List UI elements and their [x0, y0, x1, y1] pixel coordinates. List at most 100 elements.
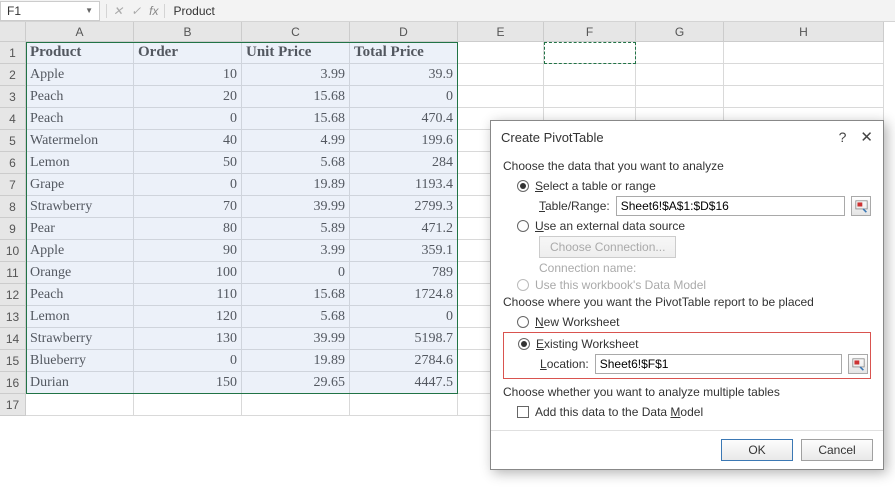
name-box-dropdown-icon[interactable]: ▼ [85, 6, 93, 15]
cell-B8[interactable]: 70 [134, 196, 242, 218]
row-header-4[interactable]: 4 [0, 108, 26, 130]
cell-C16[interactable]: 29.65 [242, 372, 350, 394]
cell-G3[interactable] [636, 86, 724, 108]
cell-C9[interactable]: 5.89 [242, 218, 350, 240]
ok-button[interactable]: OK [721, 439, 793, 461]
cell-C17[interactable] [242, 394, 350, 416]
cell-C6[interactable]: 5.68 [242, 152, 350, 174]
cell-A7[interactable]: Grape [26, 174, 134, 196]
cell-B12[interactable]: 110 [134, 284, 242, 306]
cancel-formula-icon[interactable]: ✕ [113, 4, 123, 18]
row-header-17[interactable]: 17 [0, 394, 26, 416]
cell-H2[interactable] [724, 64, 884, 86]
formula-bar-value[interactable]: Product [165, 4, 222, 18]
row-header-14[interactable]: 14 [0, 328, 26, 350]
cell-D6[interactable]: 284 [350, 152, 458, 174]
cell-D17[interactable] [350, 394, 458, 416]
cell-C4[interactable]: 15.68 [242, 108, 350, 130]
select-all-corner[interactable] [0, 22, 26, 42]
cell-D11[interactable]: 789 [350, 262, 458, 284]
row-header-7[interactable]: 7 [0, 174, 26, 196]
cell-B11[interactable]: 100 [134, 262, 242, 284]
cell-C13[interactable]: 5.68 [242, 306, 350, 328]
cell-B16[interactable]: 150 [134, 372, 242, 394]
row-header-10[interactable]: 10 [0, 240, 26, 262]
help-icon[interactable]: ? [839, 129, 847, 145]
cell-B7[interactable]: 0 [134, 174, 242, 196]
col-header-D[interactable]: D [350, 22, 458, 42]
cell-D16[interactable]: 4447.5 [350, 372, 458, 394]
col-header-G[interactable]: G [636, 22, 724, 42]
cell-C8[interactable]: 39.99 [242, 196, 350, 218]
col-header-C[interactable]: C [242, 22, 350, 42]
enter-formula-icon[interactable]: ✓ [131, 4, 141, 18]
cell-B9[interactable]: 80 [134, 218, 242, 240]
cell-C2[interactable]: 3.99 [242, 64, 350, 86]
cell-A16[interactable]: Durian [26, 372, 134, 394]
cell-A11[interactable]: Orange [26, 262, 134, 284]
cell-A1[interactable]: Product [26, 42, 134, 64]
cell-C7[interactable]: 19.89 [242, 174, 350, 196]
cell-B14[interactable]: 130 [134, 328, 242, 350]
chk-add-to-model[interactable]: Add this data to the Data Model [517, 405, 871, 419]
cell-A15[interactable]: Blueberry [26, 350, 134, 372]
cell-B13[interactable]: 120 [134, 306, 242, 328]
cell-A14[interactable]: Strawberry [26, 328, 134, 350]
cell-A5[interactable]: Watermelon [26, 130, 134, 152]
cell-C5[interactable]: 4.99 [242, 130, 350, 152]
cell-A17[interactable] [26, 394, 134, 416]
row-header-9[interactable]: 9 [0, 218, 26, 240]
cell-C3[interactable]: 15.68 [242, 86, 350, 108]
cell-A6[interactable]: Lemon [26, 152, 134, 174]
row-header-12[interactable]: 12 [0, 284, 26, 306]
cell-E1[interactable] [458, 42, 544, 64]
cell-B1[interactable]: Order [134, 42, 242, 64]
cell-B5[interactable]: 40 [134, 130, 242, 152]
cell-A8[interactable]: Strawberry [26, 196, 134, 218]
cell-B15[interactable]: 0 [134, 350, 242, 372]
row-header-13[interactable]: 13 [0, 306, 26, 328]
row-header-5[interactable]: 5 [0, 130, 26, 152]
cell-E2[interactable] [458, 64, 544, 86]
fx-icon[interactable]: fx [149, 4, 158, 18]
cell-B2[interactable]: 10 [134, 64, 242, 86]
cell-A4[interactable]: Peach [26, 108, 134, 130]
cancel-button[interactable]: Cancel [801, 439, 873, 461]
cell-E3[interactable] [458, 86, 544, 108]
cell-C11[interactable]: 0 [242, 262, 350, 284]
cell-G1[interactable] [636, 42, 724, 64]
col-header-F[interactable]: F [544, 22, 636, 42]
cell-D2[interactable]: 39.9 [350, 64, 458, 86]
row-header-2[interactable]: 2 [0, 64, 26, 86]
cell-C1[interactable]: Unit Price [242, 42, 350, 64]
row-header-16[interactable]: 16 [0, 372, 26, 394]
row-header-15[interactable]: 15 [0, 350, 26, 372]
row-header-3[interactable]: 3 [0, 86, 26, 108]
cell-D9[interactable]: 471.2 [350, 218, 458, 240]
cell-A3[interactable]: Peach [26, 86, 134, 108]
cell-A10[interactable]: Apple [26, 240, 134, 262]
cell-D8[interactable]: 2799.3 [350, 196, 458, 218]
cell-D14[interactable]: 5198.7 [350, 328, 458, 350]
collapse-range-icon[interactable] [851, 196, 871, 216]
cell-B17[interactable] [134, 394, 242, 416]
opt-existing-worksheet[interactable]: Existing Worksheet [518, 337, 868, 351]
cell-A12[interactable]: Peach [26, 284, 134, 306]
name-box[interactable]: F1 ▼ [0, 1, 100, 21]
cell-D7[interactable]: 1193.4 [350, 174, 458, 196]
cell-D13[interactable]: 0 [350, 306, 458, 328]
cell-B10[interactable]: 90 [134, 240, 242, 262]
opt-select-range[interactable]: Select a table or range [517, 179, 871, 193]
close-icon[interactable]: ✕ [860, 128, 873, 146]
cell-H3[interactable] [724, 86, 884, 108]
cell-D5[interactable]: 199.6 [350, 130, 458, 152]
cell-C15[interactable]: 19.89 [242, 350, 350, 372]
row-header-11[interactable]: 11 [0, 262, 26, 284]
cell-C10[interactable]: 3.99 [242, 240, 350, 262]
row-header-1[interactable]: 1 [0, 42, 26, 64]
cell-A9[interactable]: Pear [26, 218, 134, 240]
collapse-range-icon[interactable] [848, 354, 868, 374]
cell-D1[interactable]: Total Price [350, 42, 458, 64]
cell-A2[interactable]: Apple [26, 64, 134, 86]
row-header-6[interactable]: 6 [0, 152, 26, 174]
